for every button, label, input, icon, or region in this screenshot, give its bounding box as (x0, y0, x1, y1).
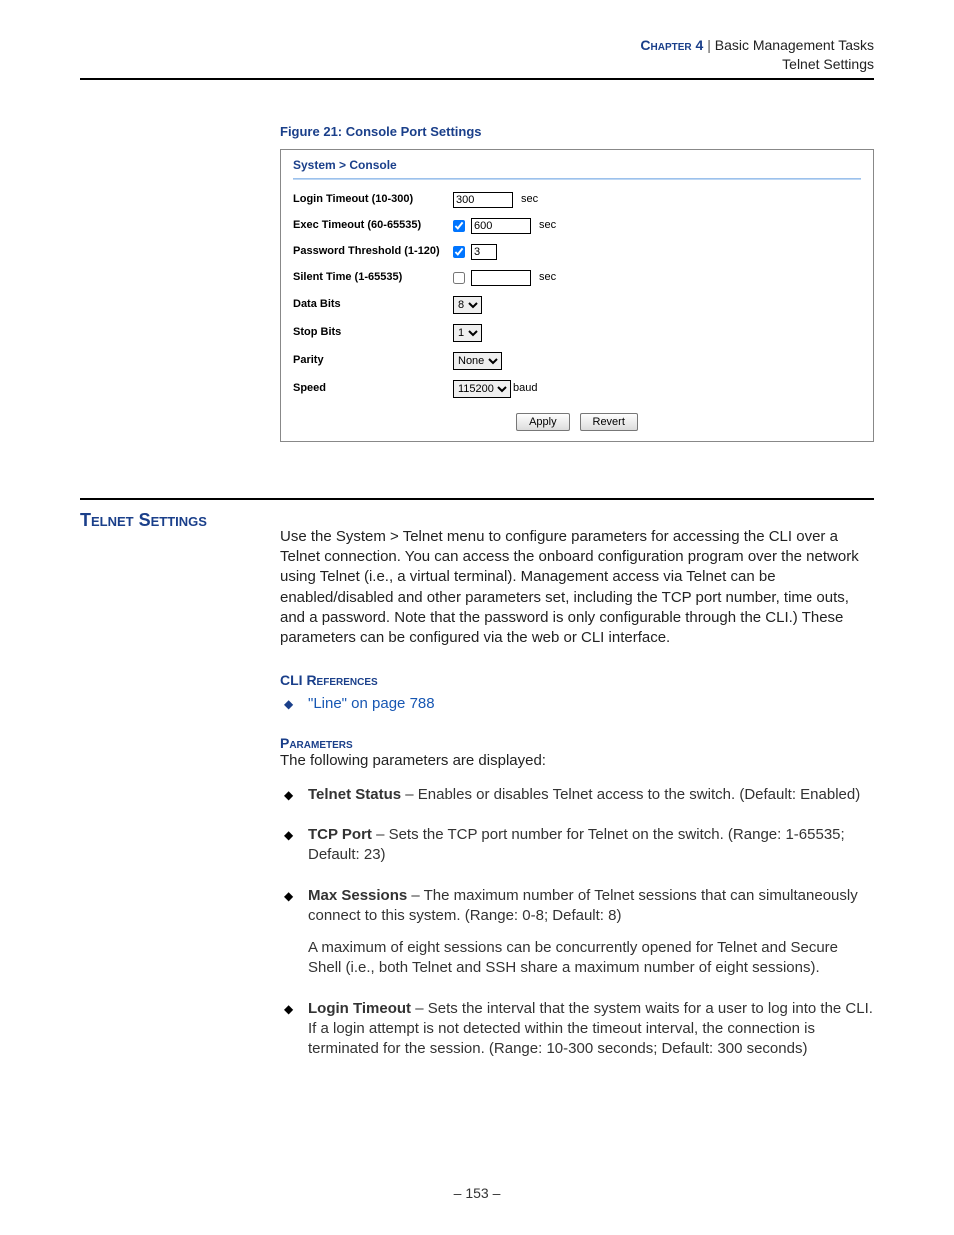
speed-select[interactable]: 115200 (453, 380, 511, 398)
parameters-heading: Parameters (280, 735, 874, 751)
row-parity: Parity None (293, 352, 861, 370)
cli-ref-link[interactable]: "Line" on page 788 (308, 695, 435, 712)
param-login-timeout: Login Timeout – Sets the interval that t… (280, 999, 874, 1060)
figure-button-row: Apply Revert (293, 412, 861, 431)
param-login-timeout-name: Login Timeout (308, 1000, 411, 1017)
parameters-intro: The following parameters are displayed: (280, 751, 874, 771)
exec-timeout-input[interactable] (471, 218, 531, 234)
cli-ref-item: "Line" on page 788 (280, 694, 874, 714)
silent-time-input[interactable] (471, 270, 531, 286)
silent-time-unit: sec (539, 272, 556, 283)
param-telnet-status-text: – Enables or disables Telnet access to t… (401, 786, 860, 803)
param-tcp-port: TCP Port – Sets the TCP port number for … (280, 825, 874, 866)
param-telnet-status: Telnet Status – Enables or disables Teln… (280, 785, 874, 805)
speed-unit: baud (513, 383, 537, 394)
data-bits-select[interactable]: 8 (453, 296, 482, 314)
speed-label: Speed (293, 383, 453, 394)
password-threshold-input[interactable] (471, 244, 497, 260)
exec-timeout-label: Exec Timeout (60-65535) (293, 220, 453, 231)
cli-references-heading: CLI References (280, 672, 874, 688)
chapter-label: Chapter 4 (640, 37, 703, 53)
header-rule (80, 78, 874, 80)
param-max-sessions-extra: A maximum of eight sessions can be concu… (308, 938, 874, 979)
row-stop-bits: Stop Bits 1 (293, 324, 861, 342)
parity-select[interactable]: None (453, 352, 502, 370)
data-bits-label: Data Bits (293, 299, 453, 310)
row-speed: Speed 115200 baud (293, 380, 861, 398)
breadcrumb: System > Console (293, 158, 861, 178)
silent-time-checkbox[interactable] (453, 272, 465, 284)
exec-timeout-unit: sec (539, 220, 556, 231)
apply-button[interactable]: Apply (516, 413, 570, 431)
row-exec-timeout: Exec Timeout (60-65535) sec (293, 218, 861, 234)
row-silent-time: Silent Time (1-65535) sec (293, 270, 861, 286)
figure-caption: Figure 21: Console Port Settings (280, 124, 874, 139)
console-settings-panel: System > Console Login Timeout (10-300) … (280, 149, 874, 442)
page-header: Chapter 4 | Basic Management Tasks Telne… (80, 36, 874, 74)
breadcrumb-underline (293, 178, 861, 180)
section-rule (80, 498, 874, 500)
login-timeout-unit: sec (521, 194, 538, 205)
revert-button[interactable]: Revert (580, 413, 638, 431)
header-title: Basic Management Tasks (715, 37, 874, 53)
param-max-sessions: Max Sessions – The maximum number of Tel… (280, 886, 874, 979)
param-tcp-port-name: TCP Port (308, 826, 372, 843)
param-telnet-status-name: Telnet Status (308, 786, 401, 803)
header-divider: | (703, 37, 714, 53)
page-number: – 153 – (0, 1185, 954, 1201)
row-data-bits: Data Bits 8 (293, 296, 861, 314)
exec-timeout-checkbox[interactable] (453, 220, 465, 232)
password-threshold-checkbox[interactable] (453, 246, 465, 258)
parity-label: Parity (293, 355, 453, 366)
section-intro: Use the System > Telnet menu to configur… (280, 527, 874, 649)
login-timeout-input[interactable] (453, 192, 513, 208)
header-subtitle: Telnet Settings (782, 56, 874, 72)
row-login-timeout: Login Timeout (10-300) sec (293, 192, 861, 208)
stop-bits-label: Stop Bits (293, 327, 453, 338)
login-timeout-label: Login Timeout (10-300) (293, 194, 453, 205)
silent-time-label: Silent Time (1-65535) (293, 272, 453, 283)
param-tcp-port-text: – Sets the TCP port number for Telnet on… (308, 826, 845, 863)
section-title: Telnet Settings (80, 510, 280, 531)
password-threshold-label: Password Threshold (1-120) (293, 246, 453, 257)
stop-bits-select[interactable]: 1 (453, 324, 482, 342)
param-max-sessions-name: Max Sessions (308, 887, 407, 904)
row-password-threshold: Password Threshold (1-120) (293, 244, 861, 260)
